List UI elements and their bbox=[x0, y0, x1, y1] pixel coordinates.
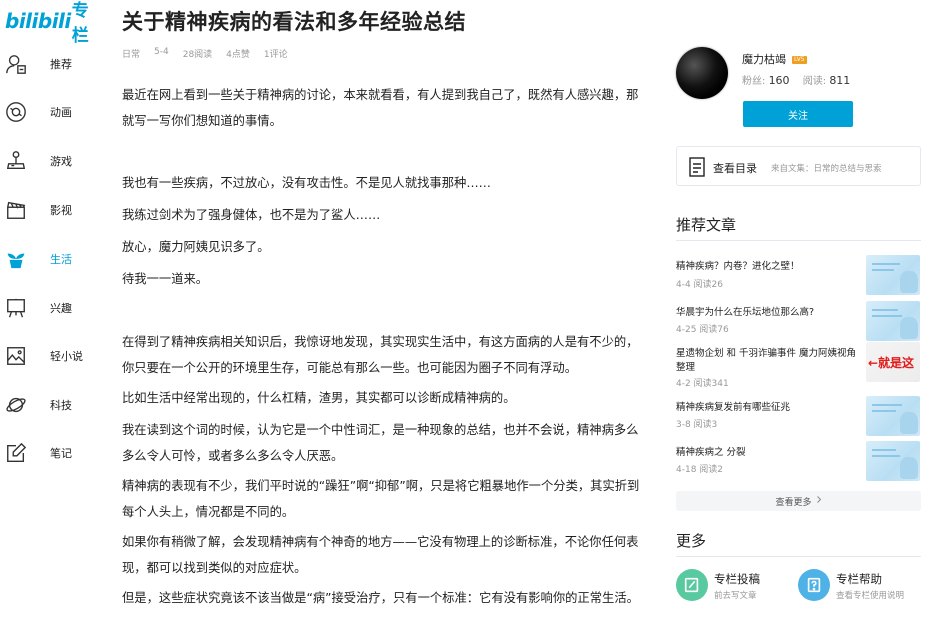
recommend-item-title: 星遗物企划 和 千羽诈骗事件 魔力阿姨视角整理 bbox=[676, 348, 857, 373]
column-submit-button[interactable]: 专栏投稿 前去写文章 bbox=[676, 567, 796, 603]
user-recommend-icon bbox=[4, 52, 28, 76]
nav-item-interest[interactable]: 兴趣 bbox=[0, 288, 100, 328]
picture-icon bbox=[4, 344, 28, 368]
article-reads: 28阅读 bbox=[182, 50, 213, 60]
recommend-thumbnail bbox=[866, 396, 920, 436]
article-paragraph: 但是，这些症状究竟该不该当做是“病”接受治疗，只有一个标准：它有没有影响你的正常… bbox=[122, 591, 639, 605]
author-name-row: 魔力枯竭 LV5 bbox=[742, 51, 807, 67]
pen-write-icon bbox=[676, 569, 708, 601]
author-name[interactable]: 魔力枯竭 bbox=[742, 53, 786, 66]
article-paragraph: 在得到了精神疾病相关知识后，我惊讶地发现，其实现实生活中，有这方面病的人是有不少… bbox=[122, 335, 639, 375]
recommend-item-title: 精神疾病之 分裂 bbox=[676, 447, 746, 458]
sidebar: bilibili 专栏 推荐 动画 游戏 影视 生活 兴趣 轻小说 科技 笔记 bbox=[0, 0, 100, 638]
recommend-item-title: 华晨宇为什么在乐坛地位那么高? bbox=[676, 307, 815, 318]
list-icon bbox=[689, 157, 705, 177]
nav-item-film[interactable]: 影视 bbox=[0, 190, 100, 230]
clapperboard-icon bbox=[4, 198, 28, 222]
logo-text: bilibili bbox=[5, 9, 71, 33]
tool-name: 专栏投稿 bbox=[714, 572, 760, 586]
recommend-thumbnail bbox=[866, 255, 920, 295]
recommend-item-title: 精神疾病？内卷？进化之壁！ bbox=[676, 261, 800, 272]
article-comments[interactable]: 1评论 bbox=[264, 47, 288, 60]
note-edit-icon bbox=[4, 441, 28, 465]
recommend-item-title: 精神疾病复发前有哪些征兆 bbox=[676, 402, 791, 413]
toc-label: 查看目录 bbox=[713, 162, 757, 175]
logo-subtitle: 专栏 bbox=[71, 1, 89, 46]
recommend-thumbnail bbox=[866, 441, 920, 481]
article-paragraph: 我练过剑术为了强身健体，也不是为了鲨人…… bbox=[122, 208, 381, 222]
article-date: 5-4 bbox=[154, 47, 169, 57]
chevron-right-icon bbox=[816, 495, 822, 507]
recommend-item-stats: 4-18 阅读2 bbox=[676, 465, 724, 475]
nav-label: 生活 bbox=[50, 253, 72, 266]
tool-subtitle: 查看专栏使用说明 bbox=[836, 591, 905, 601]
fans-label: 粉丝: bbox=[742, 76, 766, 87]
recommend-item-stats: 4-4 阅读26 bbox=[676, 280, 724, 290]
plant-pot-icon bbox=[4, 247, 28, 271]
article-paragraph: 我在读到这个词的时候，认为它是一个中性词汇，是一种现象的总结，也并不会说，精神病… bbox=[122, 423, 639, 463]
article-paragraph: 最近在网上看到一些关于精神病的讨论，本来就看看，有人提到我自己了，既然有人感兴趣… bbox=[122, 88, 639, 128]
article-paragraph: 精神病的表现有不少，我们平时说的“躁狂”啊“抑郁”啊，只是将它粗暴地作一个分类，… bbox=[122, 479, 640, 519]
nav-item-light-novel[interactable]: 轻小说 bbox=[0, 336, 100, 376]
article-paragraph: 比如生活中经常出现的，什么杠精，渣男，其实都可以诊断成精神病的。 bbox=[122, 391, 516, 405]
recommend-thumbnail bbox=[866, 301, 920, 341]
nav-label: 推荐 bbox=[50, 58, 72, 71]
nav-label: 轻小说 bbox=[50, 350, 83, 363]
nav-item-tech[interactable]: 科技 bbox=[0, 385, 100, 425]
nav-item-games[interactable]: 游戏 bbox=[0, 141, 100, 181]
nav-label: 笔记 bbox=[50, 447, 72, 460]
article-likes: 4点赞 bbox=[226, 50, 250, 60]
nav-item-animation[interactable]: 动画 bbox=[0, 92, 100, 132]
article-title: 关于精神疾病的看法和多年经验总结 bbox=[122, 10, 466, 34]
reads-count: 811 bbox=[829, 74, 851, 87]
recommend-item[interactable]: 精神疾病复发前有哪些征兆 3-8 阅读3 bbox=[676, 396, 921, 443]
divider bbox=[676, 556, 921, 557]
easel-icon bbox=[4, 296, 28, 320]
article-paragraph: 放心，魔力阿姨见识多了。 bbox=[122, 240, 270, 254]
level-badge: LV5 bbox=[792, 56, 807, 64]
article-category[interactable]: 日常 bbox=[122, 47, 140, 60]
fans-count: 160 bbox=[768, 74, 790, 87]
recommend-thumbnail: ←就是这 bbox=[866, 342, 920, 382]
tool-subtitle: 前去写文章 bbox=[714, 591, 757, 601]
planet-icon bbox=[4, 393, 28, 417]
help-icon bbox=[798, 569, 830, 601]
joystick-icon bbox=[4, 149, 28, 173]
follow-button[interactable]: 关注 bbox=[743, 101, 853, 127]
nav-item-life[interactable]: 生活 bbox=[0, 239, 100, 279]
nav-label: 兴趣 bbox=[50, 302, 72, 315]
nav-label: 科技 bbox=[50, 399, 72, 412]
bilibili-column-logo[interactable]: bilibili 专栏 bbox=[5, 1, 100, 46]
disc-icon bbox=[4, 100, 28, 124]
author-avatar[interactable] bbox=[676, 47, 728, 99]
divider bbox=[676, 240, 921, 241]
nav-label: 影视 bbox=[50, 204, 72, 217]
thumbnail-caption: ←就是这 bbox=[868, 356, 915, 370]
recommend-item[interactable]: 星遗物企划 和 千羽诈骗事件 魔力阿姨视角整理 4-2 阅读341 ←就是这 bbox=[676, 342, 921, 389]
recommend-item[interactable]: 精神疾病之 分裂 4-18 阅读2 bbox=[676, 441, 921, 488]
article-paragraph: 待我一一道来。 bbox=[122, 272, 209, 286]
view-more-button[interactable]: 查看更多 bbox=[676, 491, 921, 511]
recommend-item-stats: 4-2 阅读341 bbox=[676, 379, 729, 389]
table-of-contents[interactable]: 查看目录 来自文集：日常的总结与思索 bbox=[676, 146, 921, 186]
author-stats: 粉丝: 160 阅读: 811 bbox=[742, 72, 860, 87]
reads-label: 阅读: bbox=[802, 76, 827, 87]
nav-item-recommend[interactable]: 推荐 bbox=[0, 44, 100, 84]
column-help-button[interactable]: 专栏帮助 查看专栏使用说明 bbox=[798, 567, 918, 603]
collection-source[interactable]: 来自文集：日常的总结与思索 bbox=[771, 162, 882, 174]
more-title: 更多 bbox=[676, 532, 707, 550]
article-paragraph: 如果你有稍微了解，会发现精神病有个神奇的地方——它没有物理上的诊断标准，不论你任… bbox=[122, 535, 639, 575]
tool-name: 专栏帮助 bbox=[836, 572, 882, 586]
nav-label: 游戏 bbox=[50, 155, 72, 168]
view-more-label: 查看更多 bbox=[775, 497, 812, 508]
nav-label: 动画 bbox=[50, 106, 72, 119]
recommend-title: 推荐文章 bbox=[676, 216, 737, 234]
article-meta: 日常 5-4 28阅读 4点赞 1评论 bbox=[122, 47, 288, 60]
nav-item-notes[interactable]: 笔记 bbox=[0, 433, 100, 473]
article-paragraph: 我也有一些疾病，不过放心，没有攻击性。不是见人就找事那种…… bbox=[122, 176, 491, 190]
recommend-item-stats: 3-8 阅读3 bbox=[676, 420, 718, 430]
recommend-item[interactable]: 精神疾病？内卷？进化之壁！ 4-4 阅读26 bbox=[676, 255, 921, 302]
recommend-item-stats: 4-25 阅读76 bbox=[676, 325, 729, 335]
